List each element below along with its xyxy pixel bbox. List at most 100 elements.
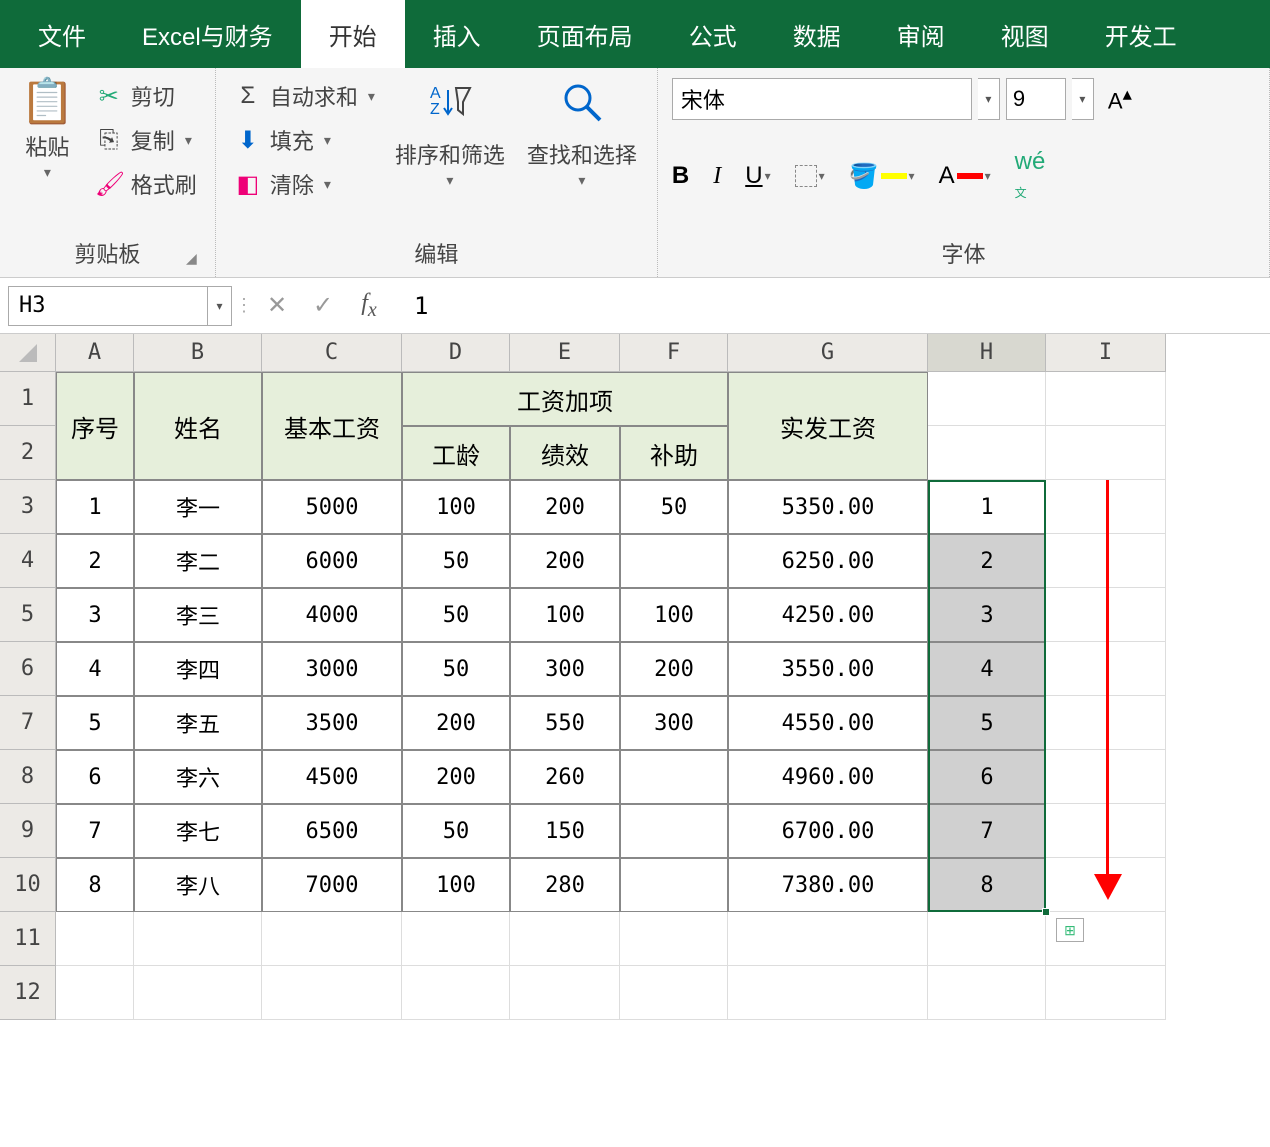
cell-G8[interactable]: 4960.00: [728, 750, 928, 804]
font-name-input[interactable]: [672, 78, 972, 120]
fill-button[interactable]: ⬇ 填充 ▾: [230, 122, 379, 158]
cell-C5[interactable]: 4000: [262, 588, 402, 642]
font-name-dropdown[interactable]: ▾: [978, 78, 1000, 120]
row-header-8[interactable]: 8: [0, 750, 56, 804]
cell-H1[interactable]: [928, 372, 1046, 426]
cell-I12[interactable]: [1046, 966, 1166, 1020]
cell-I8[interactable]: [1046, 750, 1166, 804]
tab-formulas[interactable]: 公式: [661, 0, 765, 68]
cell-F8[interactable]: [620, 750, 728, 804]
format-painter-button[interactable]: 🖌 格式刷: [91, 166, 201, 202]
name-box[interactable]: [8, 286, 208, 326]
row-header-10[interactable]: 10: [0, 858, 56, 912]
column-header-E[interactable]: E: [510, 334, 620, 372]
cell-I1[interactable]: [1046, 372, 1166, 426]
cell-G11[interactable]: [728, 912, 928, 966]
cell-D7[interactable]: 200: [402, 696, 510, 750]
cell-F12[interactable]: [620, 966, 728, 1020]
cell-C3[interactable]: 5000: [262, 480, 402, 534]
cell-A7[interactable]: 5: [56, 696, 134, 750]
tab-data[interactable]: 数据: [765, 0, 869, 68]
column-header-F[interactable]: F: [620, 334, 728, 372]
cancel-button[interactable]: ✕: [256, 286, 298, 326]
cell-B7[interactable]: 李五: [134, 696, 262, 750]
font-size-input[interactable]: [1006, 78, 1066, 120]
cell-E8[interactable]: 260: [510, 750, 620, 804]
row-header-11[interactable]: 11: [0, 912, 56, 966]
cell-I6[interactable]: [1046, 642, 1166, 696]
row-header-5[interactable]: 5: [0, 588, 56, 642]
name-box-dropdown[interactable]: ▾: [208, 286, 232, 326]
cell-A8[interactable]: 6: [56, 750, 134, 804]
cell-B10[interactable]: 李八: [134, 858, 262, 912]
tab-developer[interactable]: 开发工: [1077, 0, 1205, 68]
copy-button[interactable]: ⎘ 复制 ▾: [91, 122, 201, 158]
cell-B6[interactable]: 李四: [134, 642, 262, 696]
cell-G3[interactable]: 5350.00: [728, 480, 928, 534]
cell-C4[interactable]: 6000: [262, 534, 402, 588]
cell-H8[interactable]: 6: [928, 750, 1046, 804]
cell-B3[interactable]: 李一: [134, 480, 262, 534]
cell-E6[interactable]: 300: [510, 642, 620, 696]
cell-E3[interactable]: 200: [510, 480, 620, 534]
cell-G7[interactable]: 4550.00: [728, 696, 928, 750]
tab-view[interactable]: 视图: [973, 0, 1077, 68]
cell-E12[interactable]: [510, 966, 620, 1020]
cell-I2[interactable]: [1046, 426, 1166, 480]
cell-C8[interactable]: 4500: [262, 750, 402, 804]
cell-D12[interactable]: [402, 966, 510, 1020]
cell-D4[interactable]: 50: [402, 534, 510, 588]
select-all-corner[interactable]: [0, 334, 56, 372]
cell-F10[interactable]: [620, 858, 728, 912]
autofill-options-button[interactable]: ⊞: [1056, 918, 1084, 942]
fill-handle[interactable]: [1042, 908, 1050, 916]
cell-H7[interactable]: 5: [928, 696, 1046, 750]
cell-C11[interactable]: [262, 912, 402, 966]
enter-button[interactable]: ✓: [302, 286, 344, 326]
cell-C9[interactable]: 6500: [262, 804, 402, 858]
cell-G6[interactable]: 3550.00: [728, 642, 928, 696]
cell-I7[interactable]: [1046, 696, 1166, 750]
cell-I3[interactable]: [1046, 480, 1166, 534]
row-header-12[interactable]: 12: [0, 966, 56, 1020]
row-header-4[interactable]: 4: [0, 534, 56, 588]
cell-G9[interactable]: 6700.00: [728, 804, 928, 858]
italic-button[interactable]: I: [713, 163, 721, 190]
font-color-button[interactable]: A ▾: [939, 162, 991, 190]
cell-D3[interactable]: 100: [402, 480, 510, 534]
row-header-2[interactable]: 2: [0, 426, 56, 480]
cell-B5[interactable]: 李三: [134, 588, 262, 642]
cell-D11[interactable]: [402, 912, 510, 966]
cell-B11[interactable]: [134, 912, 262, 966]
column-header-G[interactable]: G: [728, 334, 928, 372]
tab-excel-finance[interactable]: Excel与财务: [114, 0, 301, 68]
column-header-B[interactable]: B: [134, 334, 262, 372]
cell-F7[interactable]: 300: [620, 696, 728, 750]
cell-A11[interactable]: [56, 912, 134, 966]
dialog-launcher-icon[interactable]: ◢: [186, 250, 197, 267]
clear-button[interactable]: ◧ 清除 ▾: [230, 166, 379, 202]
cell-G12[interactable]: [728, 966, 928, 1020]
row-header-7[interactable]: 7: [0, 696, 56, 750]
cell-C10[interactable]: 7000: [262, 858, 402, 912]
cell-H3[interactable]: 1: [928, 480, 1046, 534]
cell-A6[interactable]: 4: [56, 642, 134, 696]
increase-font-icon[interactable]: A▴: [1108, 86, 1132, 111]
cell-B8[interactable]: 李六: [134, 750, 262, 804]
phonetic-button[interactable]: wé文: [1015, 148, 1046, 204]
cut-button[interactable]: ✂ 剪切: [91, 78, 201, 114]
cell-I9[interactable]: [1046, 804, 1166, 858]
underline-button[interactable]: U▾: [745, 162, 770, 190]
cell-H6[interactable]: 4: [928, 642, 1046, 696]
cell-B9[interactable]: 李七: [134, 804, 262, 858]
sort-filter-button[interactable]: AZ 排序和筛选 ▾: [389, 78, 511, 231]
cell-I4[interactable]: [1046, 534, 1166, 588]
cell-B12[interactable]: [134, 966, 262, 1020]
row-header-3[interactable]: 3: [0, 480, 56, 534]
cell-D10[interactable]: 100: [402, 858, 510, 912]
paste-button[interactable]: 📋 粘贴 ▾: [14, 78, 81, 231]
fill-color-button[interactable]: 🪣 ▾: [849, 162, 915, 191]
cell-H9[interactable]: 7: [928, 804, 1046, 858]
insert-function-button[interactable]: fx: [348, 286, 390, 326]
cell-H11[interactable]: [928, 912, 1046, 966]
